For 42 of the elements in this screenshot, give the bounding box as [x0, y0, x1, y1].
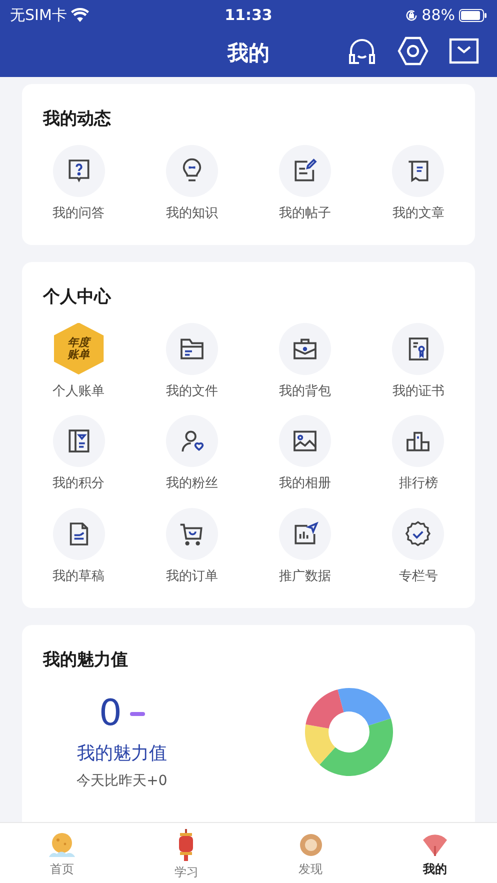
menu-item[interactable]: 推广数据 [248, 508, 362, 586]
lantern-icon [178, 829, 194, 861]
menu-item[interactable]: 排行榜 [362, 415, 475, 494]
menu-item[interactable]: 我的订单 [135, 508, 248, 586]
battery-icon [459, 8, 487, 22]
tab-item[interactable]: 我的 [372, 823, 497, 883]
menu-item[interactable]: 我的问答 [22, 144, 136, 223]
section-title: 我的动态 [42, 108, 112, 131]
charm-label: 我的魅力值 [77, 742, 167, 766]
menu-item[interactable]: 我的背包 [248, 322, 362, 401]
section-title: 我的魅力值 [42, 649, 129, 672]
mail-icon[interactable] [449, 38, 479, 64]
menu-item[interactable]: 我的草稿 [22, 508, 136, 586]
wifi-icon [70, 8, 89, 22]
clock-time: 11:33 [224, 4, 272, 26]
menu-item[interactable]: 我的知识 [135, 144, 248, 223]
tab-item[interactable]: 发现 [248, 823, 373, 883]
battery-percent: 88% [422, 4, 455, 26]
tab-item[interactable]: 学习 [124, 823, 248, 883]
carrier-text: 无SIM卡 [10, 4, 67, 26]
menu-item[interactable]: 我的文件 [135, 322, 248, 401]
menu-item[interactable]: 我的文章 [362, 144, 475, 223]
page-title: 我的 [228, 40, 270, 67]
menu-item[interactable]: 我的帖子 [248, 144, 362, 223]
menu-item[interactable]: 我的积分 [22, 415, 136, 494]
menu-item[interactable]: 我的证书 [362, 322, 475, 401]
tab-item[interactable]: 首页 [0, 823, 124, 883]
menu-item[interactable]: 我的粉丝 [135, 415, 248, 494]
annual-bill-badge: 年度 账单 [54, 322, 104, 374]
menu-item[interactable]: 我的相册 [248, 415, 362, 494]
headset-icon[interactable] [347, 36, 377, 66]
menu-item[interactable]: 专栏号 [362, 508, 475, 586]
orientation-lock-icon [404, 8, 418, 22]
trend-icon [130, 712, 145, 716]
fan-icon [420, 832, 449, 858]
section-title: 个人中心 [42, 286, 112, 309]
menu-item[interactable]: 年度 账单 个人账单 [22, 322, 136, 401]
moon-cloud-icon [48, 832, 76, 858]
settings-icon[interactable] [397, 36, 429, 66]
badge-check-icon [404, 520, 432, 548]
charm-change: 今天比昨天+0 [76, 772, 168, 790]
charm-value: 0 [99, 696, 122, 732]
